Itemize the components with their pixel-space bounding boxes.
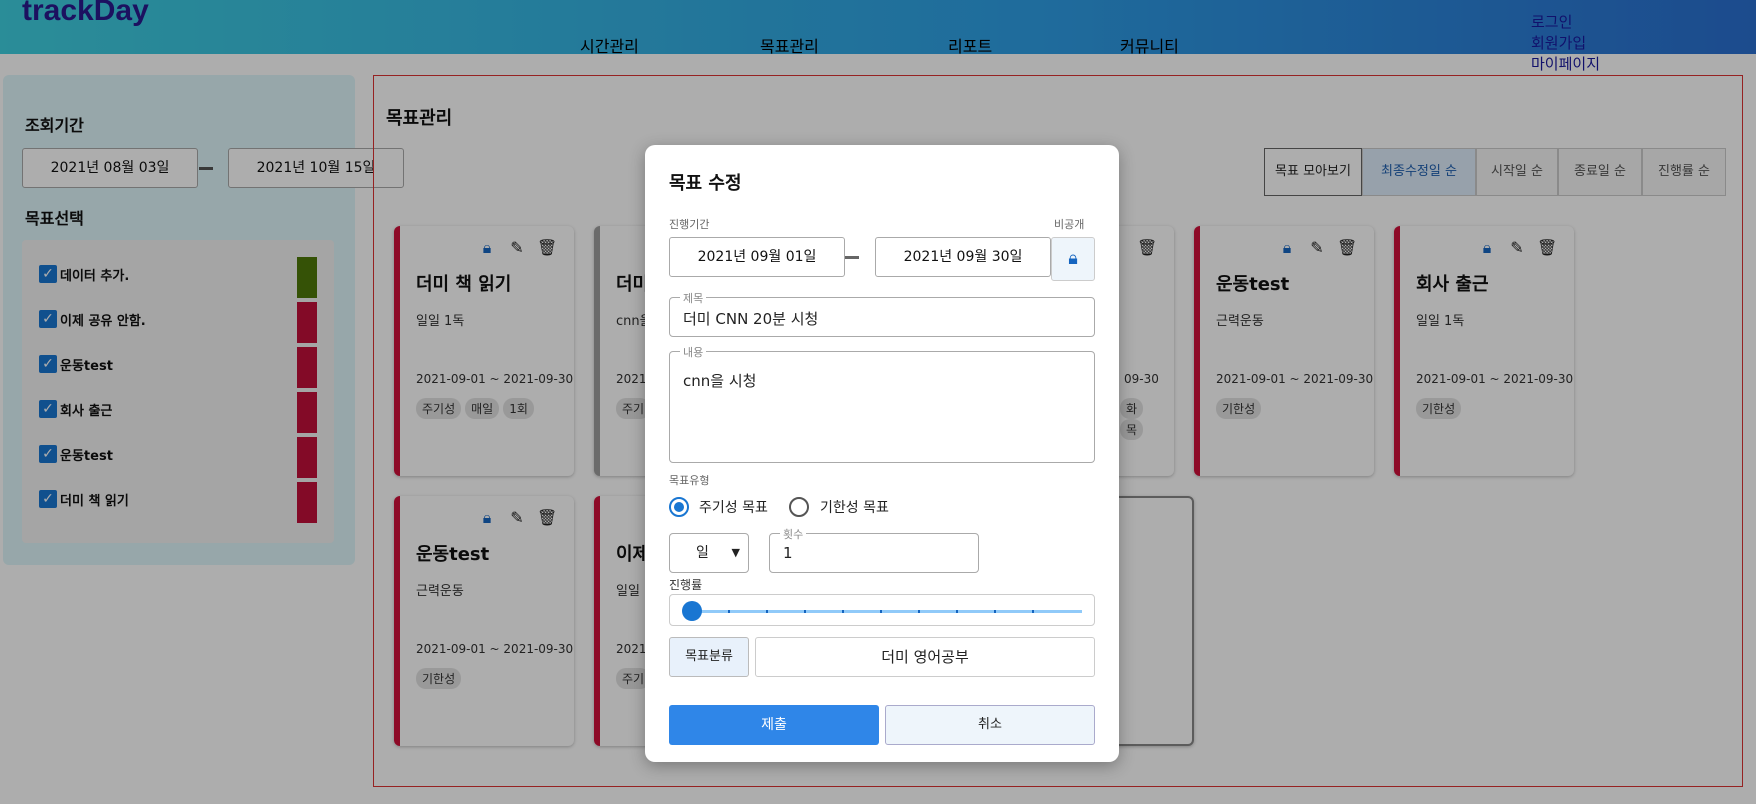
modal-title: 목표 수정	[669, 173, 742, 194]
content-value: cnn을 시청	[683, 372, 757, 390]
slider-tick	[766, 610, 768, 613]
modal-end-date[interactable]: 2021년 09월 30일	[875, 237, 1051, 277]
cancel-button[interactable]: 취소	[885, 705, 1095, 745]
period-unit-select[interactable]: 일 ▼	[669, 533, 749, 573]
period-unit-value: 일	[696, 545, 709, 561]
slider-track	[690, 610, 1082, 613]
edit-goal-modal: 목표 수정 진행기간 비공개 2021년 09월 01일 2021년 09월 3…	[645, 145, 1119, 762]
title-field[interactable]: 제목 더미 CNN 20분 시청	[669, 290, 1095, 337]
submit-button[interactable]: 제출	[669, 705, 879, 745]
modal-start-date[interactable]: 2021년 09월 01일	[669, 237, 845, 277]
progress-slider[interactable]	[669, 594, 1095, 626]
category-button[interactable]: 목표분류	[669, 637, 749, 677]
content-legend: 내용	[680, 344, 707, 360]
content-field[interactable]: 내용 cnn을 시청	[669, 344, 1095, 463]
date-separator	[845, 256, 859, 259]
title-legend: 제목	[680, 290, 707, 306]
type-label: 목표유형	[669, 474, 710, 487]
private-label: 비공개	[1054, 218, 1085, 231]
count-value: 1	[783, 544, 793, 562]
slider-tick	[880, 610, 882, 613]
radio-deadline-label[interactable]: 기한성 목표	[820, 497, 889, 517]
slider-tick	[728, 610, 730, 613]
progress-label: 진행률	[669, 578, 703, 592]
slider-tick	[956, 610, 958, 613]
radio-deadline[interactable]	[789, 497, 809, 517]
slider-tick	[842, 610, 844, 613]
title-value: 더미 CNN 20분 시청	[683, 310, 819, 328]
radio-periodic-label[interactable]: 주기성 목표	[699, 497, 768, 517]
category-value[interactable]: 더미 영어공부	[755, 637, 1095, 677]
radio-periodic[interactable]	[669, 497, 689, 517]
period-label: 진행기간	[669, 218, 710, 231]
slider-tick	[994, 610, 996, 613]
chevron-down-icon: ▼	[731, 546, 740, 559]
slider-tick	[804, 610, 806, 613]
slider-tick	[918, 610, 920, 613]
count-legend: 횟수	[780, 526, 807, 542]
count-field[interactable]: 횟수 1	[769, 526, 979, 573]
slider-thumb[interactable]	[682, 601, 702, 621]
slider-tick	[1032, 610, 1034, 613]
lock-icon[interactable]: 🔒︎	[1051, 237, 1095, 281]
